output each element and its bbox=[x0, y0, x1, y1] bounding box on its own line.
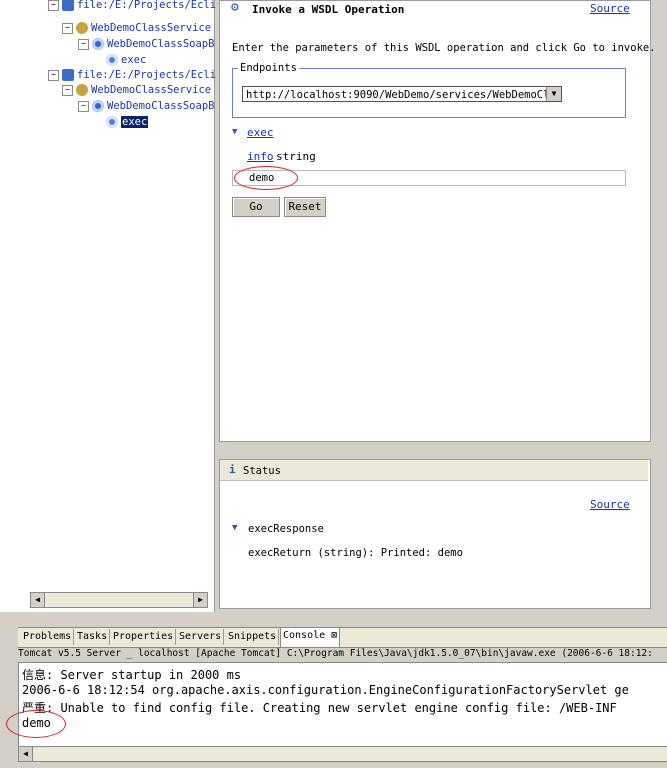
status-source-link[interactable]: Source bbox=[590, 498, 630, 511]
tab-console[interactable]: Console ⊠ bbox=[280, 627, 341, 647]
tab-servers[interactable]: Servers bbox=[177, 629, 225, 645]
console-line: 信息: Server startup in 2000 ms bbox=[22, 668, 242, 682]
wsdl-file-icon bbox=[62, 0, 74, 11]
invoke-operation-icon: ⚙ bbox=[231, 0, 239, 15]
response-value: execReturn (string): Printed: demo bbox=[248, 547, 463, 559]
tab-problems[interactable]: Problems bbox=[21, 629, 75, 645]
annotation-circle bbox=[234, 166, 298, 190]
collapse-icon[interactable]: − bbox=[48, 69, 59, 81]
source-link[interactable]: Source bbox=[590, 2, 630, 15]
operation-icon bbox=[106, 116, 118, 128]
operation-link[interactable]: exec bbox=[247, 126, 274, 139]
tree-item-label: file:/E:/Projects/Ecli bbox=[77, 69, 217, 81]
tree-item-operation-selected[interactable]: exec bbox=[106, 115, 149, 130]
console-launch-info: Tomcat v5.5 Server _ localhost [Apache T… bbox=[18, 648, 653, 659]
binding-icon bbox=[92, 38, 104, 50]
endpoint-select[interactable]: http://localhost:9090/WebDemo/services/W… bbox=[242, 86, 562, 102]
scroll-left-icon[interactable]: ◀ bbox=[31, 593, 45, 607]
tree-item-label: file:/E:/Projects/Ecli bbox=[77, 0, 217, 11]
endpoint-value: http://localhost:9090/WebDemo/services/W… bbox=[246, 89, 562, 101]
status-title: Status bbox=[243, 465, 281, 477]
param-type: string bbox=[276, 150, 316, 163]
param-name-link[interactable]: info bbox=[247, 150, 274, 163]
console-horizontal-scrollbar[interactable]: ◀ bbox=[18, 746, 667, 762]
service-icon bbox=[76, 84, 88, 96]
wsdl-file-icon bbox=[62, 69, 74, 81]
collapse-icon[interactable]: − bbox=[62, 84, 73, 96]
tree-item-project[interactable]: − file:/E:/Projects/Ecli bbox=[48, 68, 216, 83]
tree-item-service[interactable]: − WebDemoClassService bbox=[62, 21, 211, 36]
tree-item-service[interactable]: − WebDemoClassService bbox=[62, 83, 211, 98]
expand-triangle-icon[interactable]: ▼ bbox=[232, 523, 237, 533]
scroll-right-icon[interactable]: ▶ bbox=[193, 593, 207, 607]
annotation-circle bbox=[6, 710, 66, 738]
tree-item-label: exec bbox=[121, 116, 149, 128]
go-button[interactable]: Go bbox=[232, 197, 280, 217]
collapse-icon[interactable]: − bbox=[48, 0, 59, 11]
tree-item-label: WebDemoClassSoapB bbox=[107, 100, 215, 112]
collapse-icon[interactable]: − bbox=[62, 22, 73, 34]
endpoints-label: Endpoints bbox=[238, 62, 299, 74]
collapse-icon[interactable]: − bbox=[78, 38, 89, 50]
tree-item-label: exec bbox=[121, 54, 147, 66]
service-icon bbox=[76, 22, 88, 34]
instructions-text: Enter the parameters of this WSDL operat… bbox=[232, 42, 656, 54]
tree-item-binding[interactable]: − WebDemoClassSoapB bbox=[78, 99, 214, 114]
operation-icon bbox=[106, 54, 118, 66]
info-icon: i bbox=[229, 463, 236, 476]
tab-properties[interactable]: Properties bbox=[111, 629, 177, 645]
response-label: execResponse bbox=[248, 523, 324, 535]
reset-button[interactable]: Reset bbox=[284, 197, 326, 217]
tree-horizontal-scrollbar[interactable]: ◀ ▶ bbox=[30, 592, 208, 608]
collapse-icon[interactable]: − bbox=[78, 100, 89, 112]
status-header bbox=[220, 460, 648, 481]
console-line: 严重: Unable to find config file. Creating… bbox=[22, 701, 617, 715]
tree-item-binding[interactable]: − WebDemoClassSoapB bbox=[78, 37, 214, 52]
tree-item-label: WebDemoClassService bbox=[91, 84, 212, 96]
binding-icon bbox=[92, 100, 104, 112]
tree-item-operation[interactable]: exec bbox=[106, 53, 146, 68]
tree-item-project[interactable]: − file:/E:/Projects/Ecli bbox=[48, 0, 216, 13]
expand-triangle-icon[interactable]: ▼ bbox=[232, 127, 237, 137]
console-line: 2006-6-6 18:12:54 org.apache.axis.config… bbox=[22, 683, 629, 697]
tree-item-label: WebDemoClassService bbox=[91, 22, 212, 34]
scroll-left-icon[interactable]: ◀ bbox=[19, 747, 33, 761]
dropdown-arrow-icon[interactable]: ▼ bbox=[546, 87, 561, 101]
form-title: Invoke a WSDL Operation bbox=[252, 3, 405, 16]
tab-tasks[interactable]: Tasks bbox=[75, 629, 111, 645]
tab-snippets[interactable]: Snippets bbox=[226, 629, 280, 645]
tree-item-label: WebDemoClassSoapB bbox=[107, 38, 215, 50]
